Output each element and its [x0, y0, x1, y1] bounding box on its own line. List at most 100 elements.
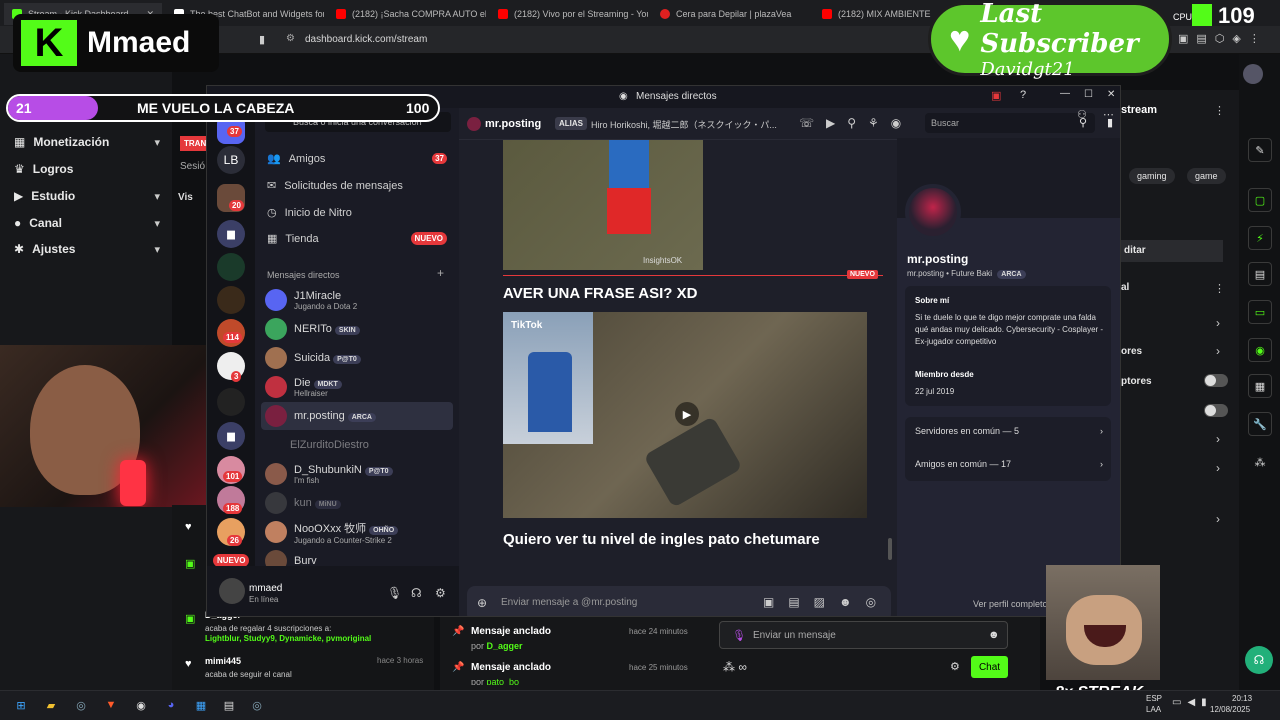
profile-avatar[interactable] [905, 184, 961, 240]
add-icon[interactable]: ⊕ [477, 596, 487, 610]
nav-tienda[interactable]: ▦ Tienda NUEVO [267, 232, 447, 245]
headphones-icon[interactable]: ☊ [411, 586, 422, 600]
chat-input[interactable]: 🎙 Enviar un mensaje ☻ [719, 621, 1008, 649]
pinned-user[interactable]: pato_bo [487, 677, 520, 685]
nav-nitro[interactable]: ◷ Inicio de Nitro [267, 206, 447, 220]
mic-icon[interactable]: 🎙 [387, 586, 402, 600]
server-lb[interactable]: LB [217, 146, 245, 174]
video-thumbnail[interactable]: InsightsOK [503, 140, 703, 270]
bolt-icon[interactable]: ⚡ [1248, 226, 1272, 250]
play-icon[interactable]: ▶ [675, 402, 699, 426]
dm-item[interactable]: NERITo SKIN [261, 315, 453, 343]
site-info-icon[interactable]: ⚙ [286, 33, 295, 44]
profile-header-icons[interactable]: ⚇⋯ [1077, 108, 1120, 121]
tray-icons[interactable]: ▭◀▮ [1172, 697, 1213, 708]
browser-toolbar-icons[interactable]: ▣▤⬡◈⋮ [1178, 32, 1268, 45]
chevron-right-icon[interactable]: › [1216, 461, 1220, 475]
dm-item[interactable]: Suicida P@T0 [261, 344, 453, 372]
dm-item[interactable]: J1Miracle Jugando a Dota 2 [261, 286, 453, 314]
dm-item[interactable]: D_ShubunkiN P@T0 I'm fish [261, 460, 453, 488]
language-label[interactable]: ESP [1146, 694, 1162, 703]
settings-icon[interactable]: ⚙ [950, 660, 960, 673]
folder-icon[interactable]: ▆ [217, 422, 245, 450]
tag-chip[interactable]: game [1187, 168, 1226, 184]
chevron-right-icon[interactable]: › [1216, 344, 1220, 358]
dm-item[interactable]: Die MDKT Hellraiser [261, 373, 453, 401]
clock-date[interactable]: 12/08/2025 [1210, 705, 1250, 714]
server-icon[interactable] [217, 253, 245, 281]
help-icon[interactable]: ? [1020, 89, 1026, 101]
nav-item-estudio[interactable]: ▶ Estudio ▾ [14, 189, 160, 203]
dm-item[interactable]: NooOXxx 牧师 OHÑO Jugando a Counter-Strike 2 [261, 518, 453, 546]
edit-button[interactable]: ditar [1121, 240, 1223, 262]
wrench-icon[interactable]: 🔧 [1248, 412, 1272, 436]
message-icon[interactable]: ▭ [1248, 300, 1272, 324]
browser-tab-3[interactable]: (2182) Vivo por el Streaming - YouTu [490, 3, 648, 25]
steam-icon[interactable]: ◎ [72, 696, 90, 714]
discord-icon[interactable]: ◕ [162, 696, 180, 714]
pencil-icon[interactable]: ✎ [1248, 138, 1272, 162]
points-icon[interactable]: ⁂ ∞ [723, 660, 747, 674]
folder-icon[interactable]: ▆ [217, 220, 245, 248]
dm-item-selected[interactable]: mr.posting ARCA [261, 402, 453, 430]
mutual-friends[interactable]: Amigos en común — 17 › [915, 459, 1103, 469]
close-window-icon[interactable]: ✕ [1107, 89, 1115, 100]
nav-solicitudes[interactable]: ✉ Solicitudes de mensajes [267, 179, 447, 193]
url-text[interactable]: dashboard.kick.com/stream [305, 34, 427, 45]
doc-icon[interactable]: ▤ [1248, 262, 1272, 286]
pinned-title[interactable]: Mensaje anclado [471, 626, 551, 637]
more-icon[interactable]: ⋮ [1214, 282, 1225, 295]
server-icon[interactable] [217, 388, 245, 416]
pinned-user[interactable]: D_agger [487, 641, 523, 651]
avatar[interactable] [1243, 64, 1263, 84]
share-icon[interactable]: ⁂ [1248, 450, 1272, 474]
gear-icon[interactable]: ⚙ [435, 586, 446, 600]
chevron-right-icon[interactable]: › [1216, 432, 1220, 446]
chat-send-button[interactable]: Chat [971, 656, 1008, 678]
app-icon[interactable]: ▤ [220, 696, 238, 714]
header-action-icons[interactable]: ☏▶⚲⚘◉ [799, 116, 913, 130]
calendar-icon[interactable]: ▦ [1248, 374, 1272, 398]
inbox-icon[interactable]: ▣ [991, 89, 1001, 102]
nav-amigos[interactable]: 👥 Amigos 37 [267, 152, 447, 165]
scrollbar[interactable] [888, 538, 892, 560]
server-icon[interactable] [217, 286, 245, 314]
brave-icon[interactable]: ▼ [102, 696, 120, 714]
toggle-switch[interactable] [1204, 404, 1228, 417]
message-input[interactable]: ⊕ Enviar mensaje a @mr.posting ▣▤▨☻◎ [467, 586, 891, 616]
browser-tab-4[interactable]: Cera para Depilar | plazaVea [652, 3, 810, 25]
input-action-icons[interactable]: ▣▤▨☻◎ [763, 595, 890, 609]
obs-icon[interactable]: ◉ [132, 696, 150, 714]
mutual-servers[interactable]: Servidores en común — 5 › [915, 426, 1103, 436]
broadcast-icon[interactable]: ◉ [1248, 338, 1272, 362]
chevron-right-icon[interactable]: › [1216, 512, 1220, 526]
bookmark-icon[interactable]: ▮ [259, 33, 265, 46]
add-dm-icon[interactable]: + [437, 266, 444, 280]
nav-item-monetizacion[interactable]: ▦ Monetización ▾ [14, 135, 160, 149]
browser-tab-5[interactable]: (2182) MIX AMBIENTE [814, 3, 934, 25]
clock-time[interactable]: 20:13 [1232, 694, 1252, 703]
support-icon[interactable]: ☊ [1245, 646, 1273, 674]
nav-item-ajustes[interactable]: ✱ Ajustes ▾ [14, 242, 160, 256]
browser-tab-2[interactable]: (2182) ¡Sacha COMPRA AUTO el [328, 3, 486, 25]
pinned-title[interactable]: Mensaje anclado [471, 662, 551, 673]
nav-item-logros[interactable]: ♛ Logros [14, 162, 160, 176]
feed-user[interactable]: mimi445 [205, 656, 241, 666]
calculator-icon[interactable]: ▦ [192, 696, 210, 714]
toggle-switch[interactable] [1204, 374, 1228, 387]
video-embed[interactable]: TikTok ▶ [503, 312, 867, 518]
nav-item-canal[interactable]: ● Canal ▾ [14, 216, 160, 230]
chat-icon[interactable]: ▢ [1248, 188, 1272, 212]
emoji-icon[interactable]: ☻ [988, 629, 1000, 641]
maximize-icon[interactable]: ☐ [1084, 89, 1093, 100]
dm-item[interactable]: kun MiNU [261, 489, 453, 517]
folder-icon[interactable]: ▰ [42, 696, 60, 714]
chevron-right-icon[interactable]: › [1216, 316, 1220, 330]
more-icon[interactable]: ⋮ [1214, 104, 1225, 117]
windows-start-icon[interactable]: ⊞ [12, 696, 30, 714]
tag-chip[interactable]: gaming [1129, 168, 1175, 184]
chat-search[interactable]: Buscar [925, 113, 1095, 133]
avatar[interactable] [219, 578, 245, 604]
dm-item[interactable]: ElZurditoDiestro [261, 431, 453, 459]
minimize-icon[interactable]: — [1060, 88, 1070, 99]
